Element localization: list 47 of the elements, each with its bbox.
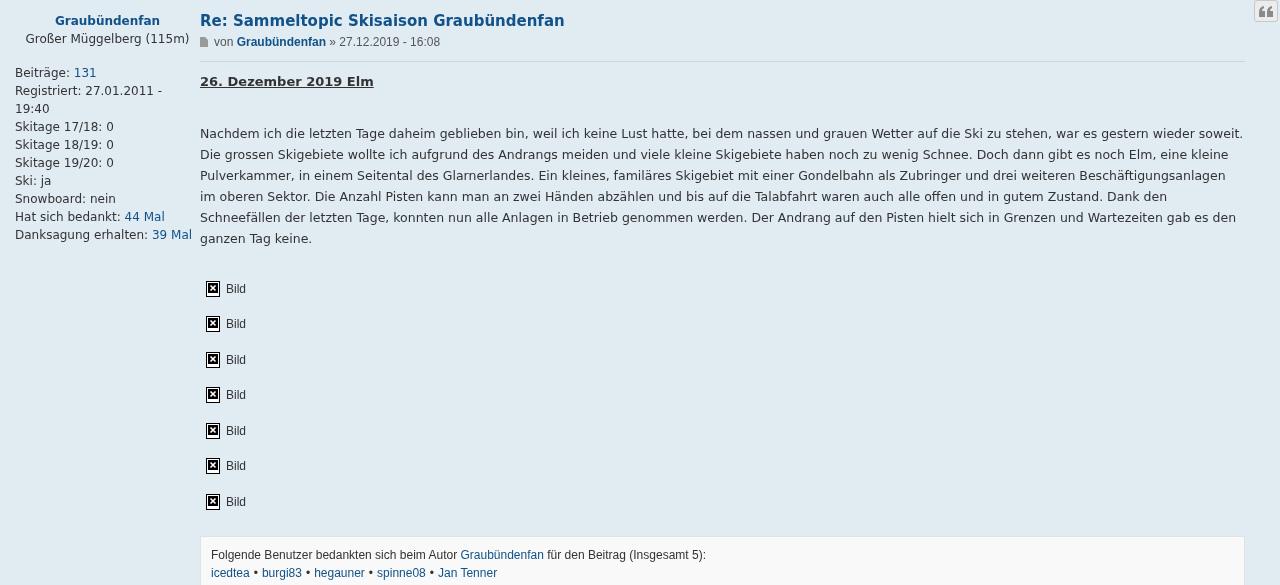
separator: • [429,565,434,580]
image-alt-text: Bild [226,280,246,298]
broken-image-icon [206,316,220,333]
post-heading: 26. Dezember 2019 Elm [200,73,374,89]
profile-link[interactable]: 39 Mal [151,228,193,242]
image-alt-text: Bild [226,316,246,334]
post-title-link[interactable]: Re: Sammeltopic Skisaison Graubündenfan [200,10,1245,33]
broken-image-icon [206,493,220,510]
broken-image-icon [206,458,220,475]
quote-icon [1259,5,1273,17]
broken-image-icon [206,387,220,404]
separator: • [253,565,258,580]
separator: • [368,565,374,580]
broken-image-icon [206,280,220,297]
broken-image-icon [206,351,220,368]
image-alt-text: Bild [226,422,246,440]
broken-image-icon [206,422,220,439]
quote-button[interactable] [1254,0,1278,22]
profile-field: Snowboard: nein [15,192,116,206]
post-meta: von Graubündenfan » 27.12.2019 - 16:08 [214,33,441,51]
user-link[interactable]: spinne08 [377,565,426,580]
user-rank: Großer Müggelberg (115m) [24,31,191,48]
separator: • [305,565,311,580]
thanks-text: Folgende Benutzer bedankten sich beim Autor Graubündenfan für den Beitrag (Insgesamt 5): [211,547,706,562]
profile-link[interactable]: 131 [73,66,97,80]
profile-field: Skitage 19/20: 0 [15,156,114,170]
document-icon [200,36,208,47]
image-alt-text: Bild [226,493,246,511]
username-link[interactable]: Graubündenfan [54,14,161,28]
user-link[interactable]: Jan Tenner [438,565,498,580]
image-alt-text: Bild [226,387,246,405]
image-alt-text: Bild [226,351,246,369]
user-link[interactable]: burgi83 [261,565,302,580]
image-alt-text: Bild [226,458,246,476]
author-link[interactable]: Graubündenfan [460,547,544,562]
profile-field: Skitage 18/19: 0 [15,138,114,152]
profile-field: Registriert: 27.01.2011 - 19:40 [15,84,163,116]
user-link[interactable]: hegauner [314,565,365,580]
profile-field: Skitage 17/18: 0 [15,120,114,134]
author-link[interactable]: Graubündenfan [236,34,327,49]
profile-field: Ski: ja [15,174,52,188]
profile-field: Hat sich bedankt: 44 Mal [15,210,165,224]
post-paragraph: Nachdem ich die letzten Tage daheim geblieben bin, weil ich keine Lust hatte, bei dem nassen und grauen Wetter auf die Ski zu stehen, war es gestern wieder soweit. Die grossen Skigebiete wollte ich aufgrund des Andrangs meiden und viele kleine Skigebiete haben noch zu wenig Schnee. Doch dann gibt es noch Elm, eine kleine Pulverkammer, in einem Seitental des Glarnerlandes. Ein kleines, familäres Skigebiet mit einer Gondelbahn als Zubringer und drei weiteren Beschäftigungsanlagen im oberen Sektor. Die Anzahl Pisten kann man an zwei Händen abzählen und bis auf die Talabfahrt waren auch alle offen und in gutem Zustand. Dank den Schneefällen der letzten Tage, konnten nun alle Anlagen in Betrieb genommen werden. Der Andrang auf den Pisten hielt sich in Grenzen und Wartezeiten gab es den ganzen Tag keine. [200,125,1245,248]
profile-field: Danksagung erhalten: 39 Mal [15,228,193,242]
user-link[interactable]: icedtea [211,565,250,580]
profile-link[interactable]: 44 Mal [124,210,165,224]
profile-field: Beiträge: 131 [15,66,97,80]
